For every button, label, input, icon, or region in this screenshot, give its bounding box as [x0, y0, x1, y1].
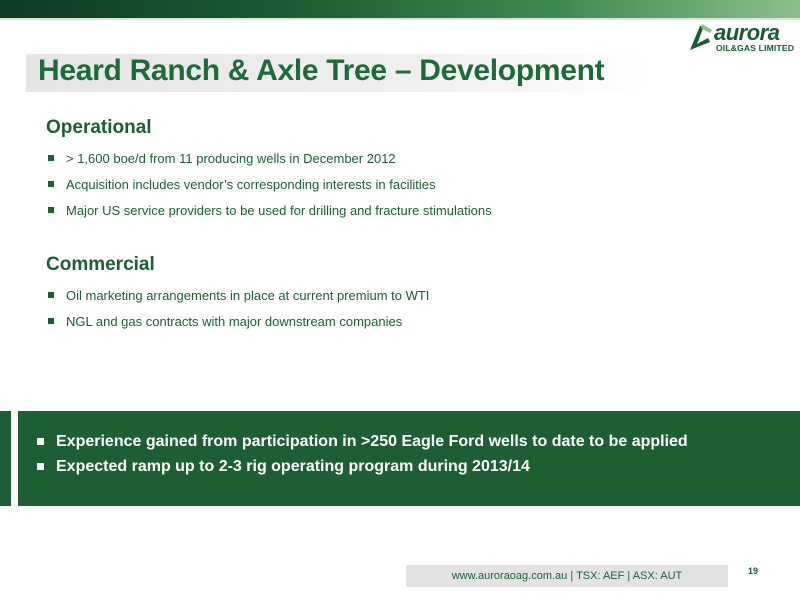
list-item: Experience gained from participation in …: [36, 433, 688, 458]
aurora-logo-mark-icon: [690, 24, 712, 50]
bullet-square-icon: [48, 207, 54, 213]
bullet-square-icon: [48, 318, 54, 324]
bullet-square-icon: [48, 181, 54, 187]
commercial-heading: Commercial: [46, 254, 155, 275]
footer-links: www.auroraoag.com.au | TSX: AEF | ASX: A…: [406, 565, 728, 587]
list-item: Oil marketing arrangements in place at c…: [46, 288, 429, 314]
bullet-square-icon: [48, 155, 54, 161]
top-banner-rule: [0, 18, 800, 20]
top-banner: [0, 0, 800, 18]
operational-list: > 1,600 boe/d from 11 producing wells in…: [46, 151, 492, 229]
page-number: 19: [748, 566, 759, 576]
commercial-list: Oil marketing arrangements in place at c…: [46, 288, 429, 340]
list-item: NGL and gas contracts with major downstr…: [46, 314, 429, 340]
bullet-square-icon: [37, 438, 44, 445]
highlight-list: Experience gained from participation in …: [36, 433, 688, 483]
list-item: > 1,600 boe/d from 11 producing wells in…: [46, 151, 492, 177]
bullet-square-icon: [48, 292, 54, 298]
bullet-square-icon: [37, 463, 44, 470]
aurora-logo: aurora OIL&GAS LIMITED: [688, 20, 798, 54]
page-title: Heard Ranch & Axle Tree – Development: [38, 54, 605, 87]
operational-heading: Operational: [46, 117, 152, 138]
list-item: Expected ramp up to 2-3 rig operating pr…: [36, 458, 688, 483]
highlight-left-strip: [0, 411, 11, 506]
logo-subtitle: OIL&GAS LIMITED: [716, 43, 795, 53]
list-item: Acquisition includes vendor’s correspond…: [46, 177, 492, 203]
list-item: Major US service providers to be used fo…: [46, 203, 492, 229]
